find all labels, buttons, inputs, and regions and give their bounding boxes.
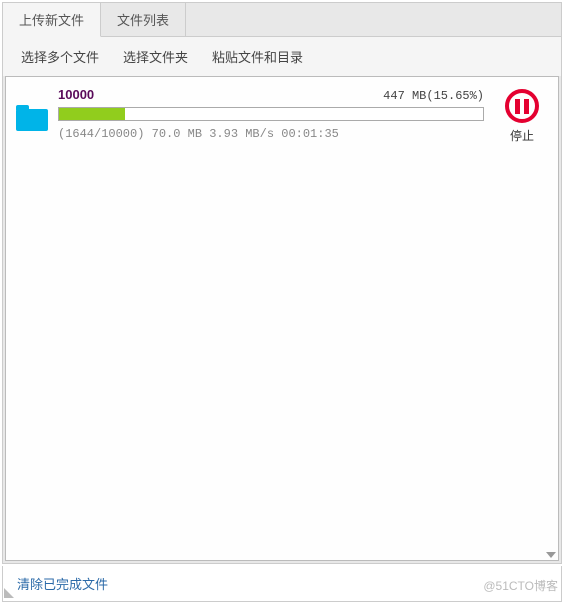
tab-label: 文件列表	[117, 10, 169, 29]
stop-label: 停止	[510, 127, 534, 144]
tab-label: 上传新文件	[19, 10, 84, 29]
select-folder-button[interactable]: 选择文件夹	[123, 47, 188, 66]
tab-file-list[interactable]: 文件列表	[101, 3, 186, 36]
upload-info: 10000 447 MB(15.65%) (1644/10000) 70.0 M…	[58, 87, 484, 141]
select-files-button[interactable]: 选择多个文件	[21, 47, 99, 66]
resize-grip-icon[interactable]	[4, 588, 14, 598]
file-name: 10000	[58, 87, 94, 102]
progress-bar	[58, 107, 484, 121]
tab-bar: 上传新文件 文件列表	[3, 3, 561, 37]
upload-stats: (1644/10000) 70.0 MB 3.93 MB/s 00:01:35	[58, 127, 484, 141]
scroll-down-icon[interactable]	[546, 552, 556, 558]
upload-panel: 上传新文件 文件列表 选择多个文件 选择文件夹 粘贴文件和目录 10000 44…	[2, 2, 562, 564]
paste-button[interactable]: 粘贴文件和目录	[212, 47, 303, 66]
pause-icon[interactable]	[505, 89, 539, 123]
upload-item: 10000 447 MB(15.65%) (1644/10000) 70.0 M…	[6, 77, 558, 152]
size-percent: 447 MB(15.65%)	[383, 89, 484, 103]
toolbar: 选择多个文件 选择文件夹 粘贴文件和目录	[3, 37, 561, 76]
tab-upload-new[interactable]: 上传新文件	[3, 3, 101, 37]
folder-icon	[16, 105, 48, 131]
progress-fill	[59, 108, 125, 120]
clear-completed-link[interactable]: 清除已完成文件	[2, 566, 562, 602]
stop-column: 停止	[494, 87, 550, 144]
upload-list: 10000 447 MB(15.65%) (1644/10000) 70.0 M…	[5, 76, 559, 561]
